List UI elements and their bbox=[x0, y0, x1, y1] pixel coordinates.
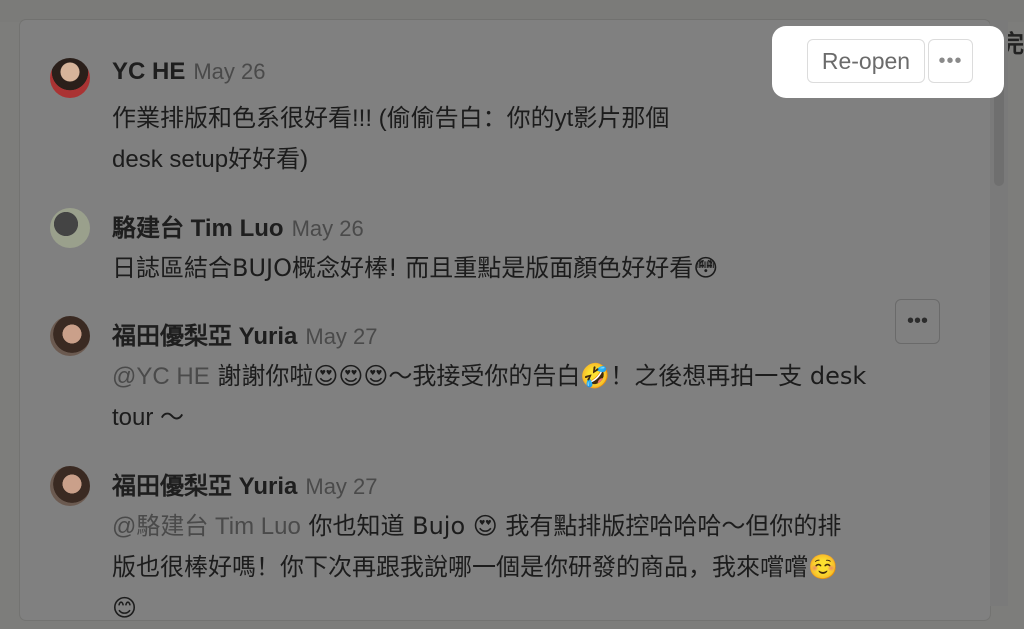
comment-date: May 27 bbox=[305, 474, 378, 499]
reopen-button[interactable]: Re-open bbox=[807, 39, 925, 83]
comment-date: May 27 bbox=[305, 324, 378, 349]
comment-line: 謝謝你啦😍😍😍～我接受你的告白🤣！之後想再拍一支 desk bbox=[209, 362, 867, 390]
comment-header: 駱建台 Tim Luo May 26 bbox=[112, 208, 364, 243]
comment-line: 日誌區結合BUJO概念好棒! 而且重點是版面顏色好好看😳 bbox=[112, 254, 719, 282]
comment-author: 福田優梨亞 Yuria bbox=[112, 473, 298, 500]
background-header bbox=[0, 0, 1024, 22]
mention-link[interactable]: @駱建台 Tim Luo bbox=[112, 513, 301, 540]
mention-link[interactable]: @YC HE bbox=[112, 363, 210, 390]
comment-date: May 26 bbox=[193, 59, 266, 84]
comment-header: 福田優梨亞 Yuria May 27 bbox=[112, 316, 378, 351]
comment-author: YC HE bbox=[112, 58, 186, 85]
scrollbar[interactable] bbox=[990, 20, 1008, 606]
comment-more-button[interactable]: ••• bbox=[895, 299, 940, 344]
comment-header: 福田優梨亞 Yuria May 27 bbox=[112, 466, 378, 501]
comment-line: tour ～ bbox=[112, 404, 185, 431]
comment-author: 駱建台 Tim Luo bbox=[112, 215, 284, 242]
comment-line: 版也很棒好嗎！你下次再跟我說哪一個是你研發的商品，我來嚐嚐☺️ bbox=[112, 553, 838, 581]
comment-line: 你也知道 Bujo 😍 我有點排版控哈哈哈～但你的排 bbox=[300, 512, 842, 540]
avatar bbox=[50, 466, 90, 506]
comment-date: May 26 bbox=[291, 216, 364, 241]
more-options-button[interactable]: ••• bbox=[928, 39, 973, 83]
comment-body: 作業排版和色系很好看!!! (偷偷告白：你的yt影片那個 desk setup好… bbox=[112, 98, 962, 180]
comment-author: 福田優梨亞 Yuria bbox=[112, 323, 298, 350]
comment-header: YC HE May 26 bbox=[112, 58, 266, 86]
comment-body: @駱建台 Tim Luo 你也知道 Bujo 😍 我有點排版控哈哈哈～但你的排 … bbox=[112, 506, 962, 629]
comment-line: 作業排版和色系很好看!!! (偷偷告白：你的yt影片那個 bbox=[112, 105, 670, 132]
avatar bbox=[50, 208, 90, 248]
comment-line: 😊 bbox=[112, 594, 138, 622]
comment-body: 日誌區結合BUJO概念好棒! 而且重點是版面顏色好好看😳 bbox=[112, 248, 962, 289]
comment-body: @YC HE 謝謝你啦😍😍😍～我接受你的告白🤣！之後想再拍一支 desk tou… bbox=[112, 356, 962, 438]
avatar bbox=[50, 58, 90, 98]
comment-line: desk setup好好看) bbox=[112, 146, 309, 173]
avatar bbox=[50, 316, 90, 356]
